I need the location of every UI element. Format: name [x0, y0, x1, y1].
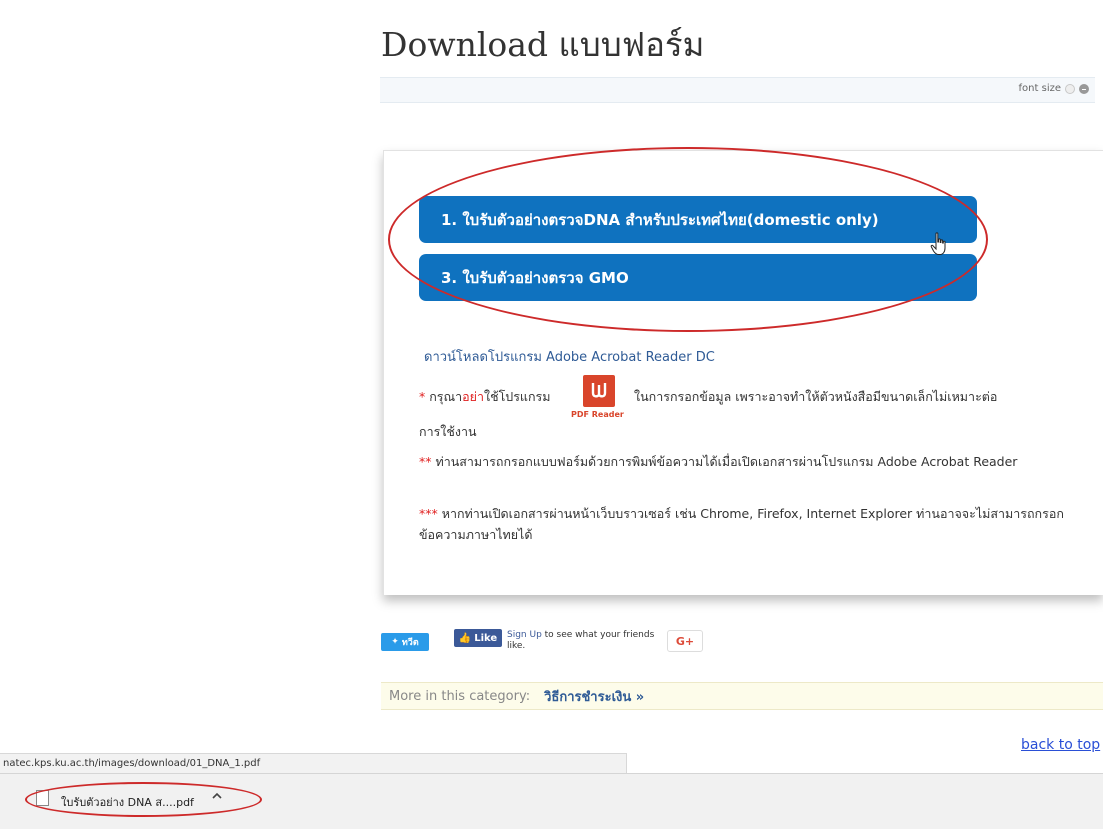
more-in-category-label: More in this category: [389, 688, 531, 704]
note-1-prefix: กรุณา [425, 389, 463, 404]
twitter-bird-icon: ✦ [391, 637, 399, 647]
facebook-like-text: Sign Up to see what your friends like. [507, 630, 667, 652]
note-1-highlight: อย่า [462, 389, 484, 404]
pdf-reader-icon [583, 375, 615, 407]
payment-method-link[interactable]: วิธีการชำระเงิน » [544, 686, 644, 707]
note-2-text: ท่านสามารถกรอกแบบฟอร์มด้วยการพิมพ์ข้อควา… [431, 454, 1018, 469]
font-increase-icon[interactable] [1079, 84, 1089, 94]
note-2-marker: ** [419, 454, 432, 469]
note-3-text: หากท่านเปิดเอกสารผ่านหน้าเว็บบราวเซอร์ เ… [419, 506, 1064, 542]
thumbs-up-icon: 👍 [458, 632, 472, 644]
annotation-oval-download [25, 782, 262, 817]
note-3-marker: *** [419, 506, 438, 521]
annotation-oval-buttons [388, 147, 988, 332]
pdf-reader-label: PDF Reader [571, 410, 624, 419]
tweet-button[interactable]: ✦ ทวีต [381, 633, 429, 651]
note-1: * กรุณาอย่าใช้โปรแกรม [419, 386, 551, 407]
more-in-category-bar: More in this category: วิธีการชำระเงิน » [381, 682, 1103, 710]
tweet-button-label: ทวีต [401, 638, 419, 648]
note-1-suffix: ในการกรอกข้อมูล เพราะอาจทำให้ตัวหนังสือม… [634, 389, 998, 404]
facebook-like-label: Like [474, 632, 498, 644]
facebook-like-button[interactable]: 👍 Like [454, 629, 502, 647]
page-title: Download แบบฟอร์ม [381, 25, 705, 64]
back-to-top-link[interactable]: back to top [1021, 737, 1100, 753]
acrobat-download-link[interactable]: ดาวน์โหลดโปรแกรม Adobe Acrobat Reader DC [424, 346, 715, 367]
font-decrease-icon[interactable] [1065, 84, 1075, 94]
note-1-middle: ใช้โปรแกรม [483, 389, 551, 404]
note-3: *** หากท่านเปิดเอกสารผ่านหน้าเว็บบราวเซอ… [419, 503, 1069, 545]
font-size-bar: font size [380, 77, 1095, 103]
google-plus-button[interactable]: G+ [667, 630, 703, 652]
facebook-signup-link[interactable]: Sign Up [507, 630, 542, 640]
note-1-line2: การใช้งาน [419, 424, 477, 439]
font-size-label: font size [1018, 83, 1061, 94]
note-2: ** ท่านสามารถกรอกแบบฟอร์มด้วยการพิมพ์ข้อ… [419, 451, 1059, 472]
status-bar-url: natec.kps.ku.ac.th/images/download/01_DN… [0, 753, 627, 773]
hand-cursor-icon [930, 232, 946, 255]
